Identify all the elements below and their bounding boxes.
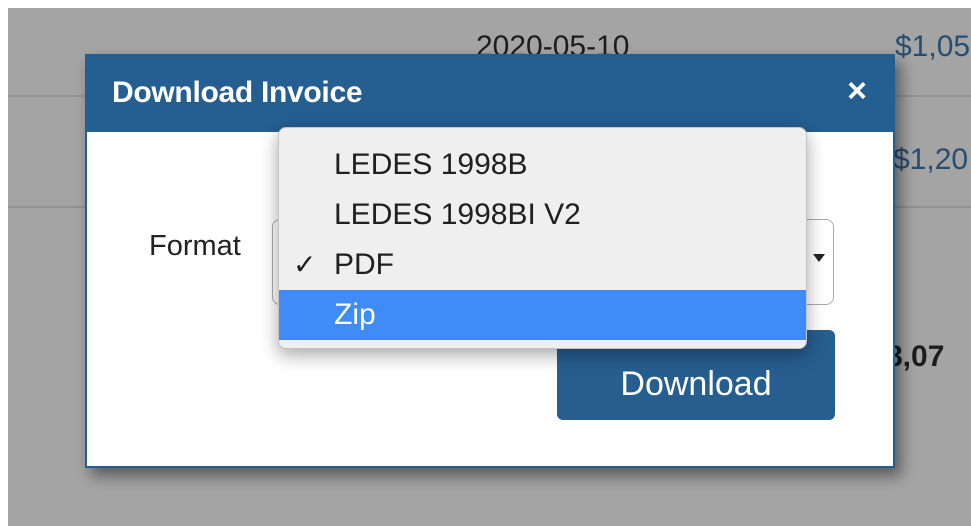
- dropdown-option-zip[interactable]: Zip: [279, 290, 806, 340]
- row-amount: $1,05: [895, 30, 971, 63]
- format-label: Format: [149, 230, 241, 262]
- chevron-down-icon: [813, 254, 825, 262]
- option-label: LEDES 1998BI V2: [334, 198, 581, 231]
- format-dropdown-menu: LEDES 1998B LEDES 1998BI V2 ✓ PDF Zip: [278, 127, 807, 349]
- option-label: Zip: [334, 298, 376, 331]
- dropdown-option-pdf[interactable]: ✓ PDF: [279, 240, 806, 290]
- dropdown-option-ledes-1998b[interactable]: LEDES 1998B: [279, 140, 806, 190]
- option-label: PDF: [334, 248, 394, 281]
- modal-header: Download Invoice ×: [87, 56, 893, 132]
- dropdown-option-ledes-1998bi-v2[interactable]: LEDES 1998BI V2: [279, 190, 806, 240]
- option-label: LEDES 1998B: [334, 148, 528, 181]
- modal-title: Download Invoice: [112, 76, 363, 109]
- close-icon[interactable]: ×: [847, 74, 867, 108]
- checkmark-icon: ✓: [293, 249, 317, 280]
- row-amount: $1,20: [893, 143, 969, 176]
